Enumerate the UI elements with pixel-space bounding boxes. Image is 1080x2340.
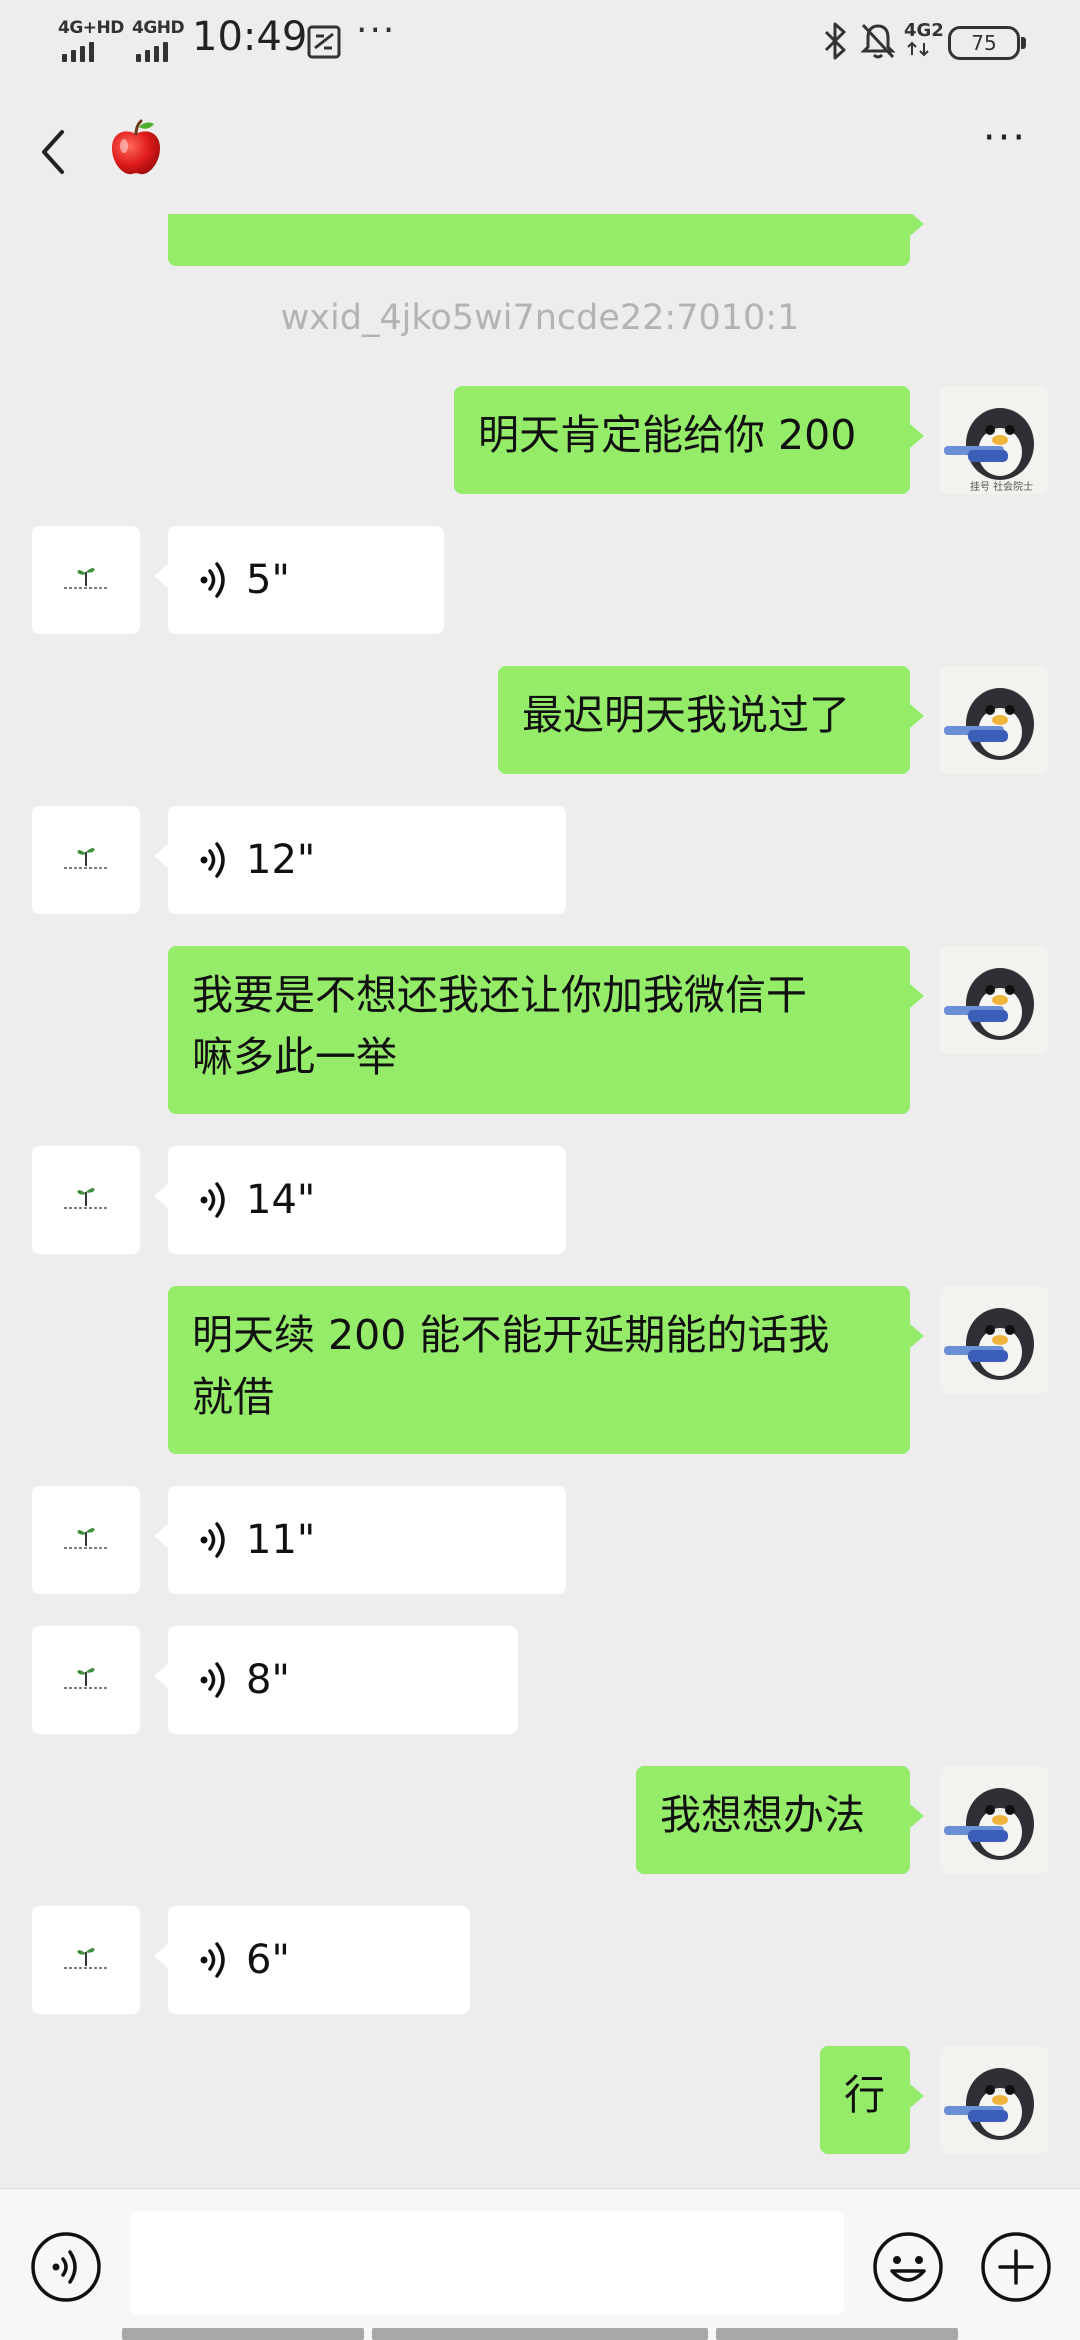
sprout-avatar-icon (32, 1626, 140, 1734)
message-input[interactable] (130, 2211, 844, 2315)
status-overflow: ··· (356, 10, 397, 51)
smiley-icon (873, 2232, 943, 2302)
svg-text:挂号 社会院士: 挂号 社会院士 (970, 480, 1033, 493)
penguin-avatar-icon (940, 666, 1048, 774)
message-bubble-outgoing[interactable]: 最迟明天我说过了 (498, 666, 924, 774)
contact-avatar[interactable] (32, 806, 140, 914)
voice-duration: 14" (246, 1177, 316, 1223)
back-button[interactable] (34, 122, 74, 182)
message-bubble-outgoing[interactable]: 明天肯定能给你 200 (454, 386, 924, 494)
penguin-avatar-icon (940, 1286, 1048, 1394)
plus-circle-icon (981, 2232, 1051, 2302)
voice-wave-icon (200, 1182, 225, 1218)
sprout-avatar-icon (32, 526, 140, 634)
chat-header: ··· (0, 80, 1080, 214)
voice-duration: 5" (246, 557, 290, 603)
voice-wave-icon (200, 562, 225, 598)
penguin-avatar-icon: 挂号 社会院士 (940, 386, 1048, 494)
system-notice: wxid_4jko5wi7ncde22:7010:1 (280, 298, 800, 338)
gesture-bar (716, 2328, 958, 2340)
voice-duration: 11" (246, 1517, 316, 1563)
emoji-button[interactable] (872, 2231, 944, 2303)
message-line: 就借 (192, 1373, 274, 1421)
contact-avatar[interactable] (32, 526, 140, 634)
message-bubble-outgoing[interactable]: 行 (820, 2046, 924, 2154)
voice-message-bubble[interactable]: 8" (154, 1626, 518, 1734)
contact-name-apple-icon (106, 118, 166, 178)
self-avatar[interactable]: 挂号 社会院士 (940, 386, 1048, 494)
screenshot-icon (306, 24, 342, 64)
contact-avatar[interactable] (32, 1146, 140, 1254)
sprout-avatar-icon (32, 1486, 140, 1594)
message-bubble-outgoing[interactable]: 明天续 200 能不能开延期能的话我 就借 (168, 1286, 924, 1454)
sprout-avatar-icon (32, 1906, 140, 2014)
voice-wave-icon (200, 1522, 225, 1558)
voice-duration: 12" (246, 837, 316, 883)
voice-message-bubble[interactable]: 12" (154, 806, 566, 914)
battery-indicator: 75 (948, 26, 1026, 60)
voice-message-bubble[interactable]: 14" (154, 1146, 566, 1254)
message-line: 明天续 200 能不能开延期能的话我 (192, 1311, 830, 1359)
voice-message-bubble[interactable]: 5" (154, 526, 444, 634)
self-avatar[interactable] (940, 2046, 1048, 2154)
voice-duration: 6" (246, 1937, 290, 1983)
message-bubble-outgoing[interactable]: 我想想办法 (636, 1766, 924, 1874)
input-bar (0, 2188, 1080, 2340)
voice-duration: 8" (246, 1657, 290, 1703)
gesture-bar (372, 2328, 708, 2340)
penguin-avatar-icon (940, 2046, 1048, 2154)
voice-wave-icon (200, 1942, 225, 1978)
status-bar: 4G+HD 4GHD 10:49 ··· 4G2 75 (0, 0, 1080, 80)
status-time: 10:49 (192, 14, 308, 60)
self-avatar[interactable] (940, 946, 1048, 1054)
message-line: 嘛多此一举 (192, 1033, 397, 1081)
contact-avatar[interactable] (32, 1626, 140, 1734)
more-functions-button[interactable] (980, 2231, 1052, 2303)
penguin-avatar-icon (940, 1766, 1048, 1874)
sprout-avatar-icon (32, 806, 140, 914)
self-avatar[interactable] (940, 1766, 1048, 1874)
voice-message-bubble[interactable]: 6" (154, 1906, 470, 2014)
voice-message-bubble[interactable]: 11" (154, 1486, 566, 1594)
voice-wave-icon (200, 842, 225, 878)
message-list[interactable]: wxid_4jko5wi7ncde22:7010:1 明天肯定能给你 200 挂… (0, 214, 1080, 2188)
mobile-data-icon: 4G2 (904, 20, 944, 57)
voice-mode-icon (31, 2232, 101, 2302)
penguin-avatar-icon (940, 946, 1048, 1054)
self-avatar[interactable] (940, 1286, 1048, 1394)
message-bubble-partial[interactable] (168, 214, 924, 266)
message-line: 我要是不想还我还让你加我微信干 (192, 971, 807, 1019)
chevron-left-icon (42, 130, 64, 174)
contact-avatar[interactable] (32, 1486, 140, 1594)
sprout-avatar-icon (32, 1146, 140, 1254)
gesture-bar (122, 2328, 364, 2340)
more-options-button[interactable]: ··· (970, 108, 1040, 168)
voice-input-toggle-button[interactable] (30, 2231, 102, 2303)
message-bubble-outgoing[interactable]: 我要是不想还我还让你加我微信干 嘛多此一举 (168, 946, 924, 1114)
mute-bell-icon (858, 20, 898, 66)
bluetooth-icon (820, 20, 850, 66)
self-avatar[interactable] (940, 666, 1048, 774)
contact-avatar[interactable] (32, 1906, 140, 2014)
voice-wave-icon (200, 1662, 225, 1698)
